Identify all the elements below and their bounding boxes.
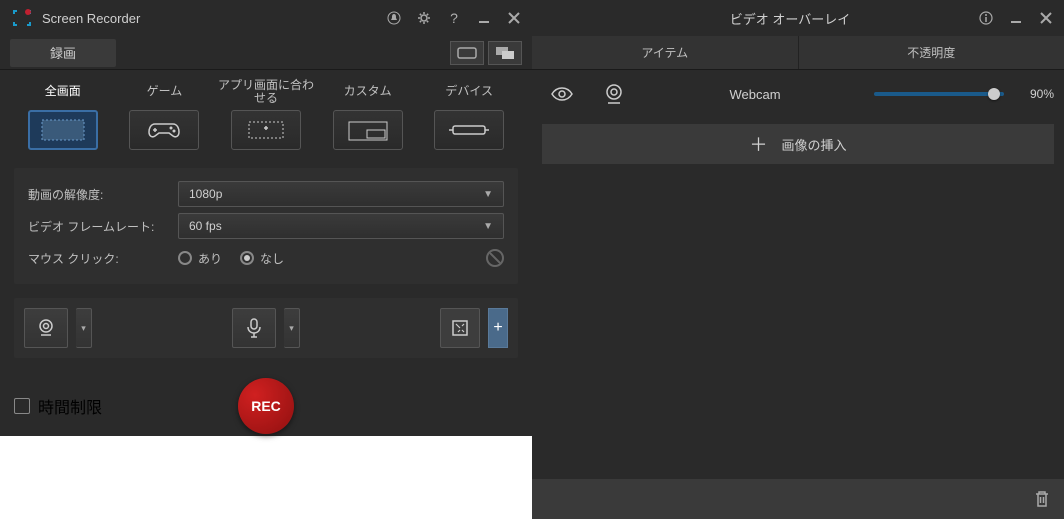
disabled-icon bbox=[486, 249, 504, 267]
tab-row: 録画 bbox=[0, 36, 532, 70]
mode-device[interactable]: デバイス bbox=[420, 78, 518, 150]
aspect-wide-button[interactable] bbox=[450, 41, 484, 65]
gamepad-icon bbox=[129, 110, 199, 150]
col-item: アイテム bbox=[532, 36, 799, 69]
minimize-icon[interactable] bbox=[1008, 10, 1024, 26]
fullscreen-icon bbox=[28, 110, 98, 150]
app-window-icon bbox=[231, 110, 301, 150]
add-device-button[interactable]: + bbox=[488, 308, 508, 348]
notifications-icon[interactable] bbox=[386, 10, 402, 26]
chevron-down-icon: ▼ bbox=[483, 221, 493, 232]
screen-recorder-panel: Screen Recorder ? 録画 全画面 ゲーム bbox=[0, 0, 532, 519]
col-opacity: 不透明度 bbox=[799, 36, 1064, 69]
mode-fullscreen[interactable]: 全画面 bbox=[14, 78, 112, 150]
time-limit-label: 時間制限 bbox=[38, 394, 102, 418]
mouseclick-label: マウス クリック: bbox=[28, 250, 178, 267]
time-limit-checkbox[interactable] bbox=[14, 398, 30, 414]
device-icon bbox=[434, 110, 504, 150]
mode-selector: 全画面 ゲーム アプリ画面に合わせる カスタム デバイス bbox=[0, 70, 532, 154]
overlay-title: ビデオ オーバーレイ bbox=[602, 9, 978, 28]
overlay-item-name: Webcam bbox=[646, 87, 864, 102]
insert-image-button[interactable]: ＋ 画像の挿入 bbox=[542, 124, 1054, 164]
tab-record[interactable]: 録画 bbox=[10, 39, 116, 67]
webcam-icon bbox=[592, 82, 636, 106]
chevron-down-icon: ▼ bbox=[483, 189, 493, 200]
app-title: Screen Recorder bbox=[42, 11, 386, 26]
webcam-button[interactable] bbox=[24, 308, 68, 348]
settings-block: 動画の解像度: 1080p ▼ ビデオ フレームレート: 60 fps ▼ マウ… bbox=[14, 168, 518, 284]
overlay-item-row[interactable]: Webcam 90% bbox=[532, 70, 1064, 118]
opacity-slider[interactable] bbox=[874, 92, 1004, 96]
mouseclick-no-radio[interactable]: なし bbox=[240, 250, 284, 267]
mouseclick-yes-radio[interactable]: あり bbox=[178, 250, 222, 267]
framerate-label: ビデオ フレームレート: bbox=[28, 218, 178, 235]
device-row: ▾ ▾ + bbox=[14, 298, 518, 358]
aspect-overlap-button[interactable] bbox=[488, 41, 522, 65]
mode-game[interactable]: ゲーム bbox=[116, 78, 214, 150]
gear-icon[interactable] bbox=[416, 10, 432, 26]
visibility-toggle[interactable] bbox=[542, 87, 582, 101]
close-icon[interactable] bbox=[506, 10, 522, 26]
plugin-button[interactable] bbox=[440, 308, 480, 348]
framerate-select[interactable]: 60 fps ▼ bbox=[178, 213, 504, 239]
minimize-icon[interactable] bbox=[476, 10, 492, 26]
help-icon[interactable]: ? bbox=[446, 10, 462, 26]
trash-icon[interactable] bbox=[1034, 490, 1050, 508]
titlebar-buttons: ? bbox=[386, 10, 522, 26]
close-icon[interactable] bbox=[1038, 10, 1054, 26]
microphone-button[interactable] bbox=[232, 308, 276, 348]
resolution-label: 動画の解像度: bbox=[28, 186, 178, 203]
mode-custom[interactable]: カスタム bbox=[319, 78, 417, 150]
record-button[interactable]: REC bbox=[238, 378, 294, 434]
resolution-select[interactable]: 1080p ▼ bbox=[178, 181, 504, 207]
titlebar-right: ビデオ オーバーレイ bbox=[532, 0, 1064, 36]
overlay-footer bbox=[532, 479, 1064, 519]
webcam-dropdown[interactable]: ▾ bbox=[76, 308, 92, 348]
info-icon[interactable] bbox=[978, 10, 994, 26]
video-overlay-panel: ビデオ オーバーレイ アイテム 不透明度 Webcam 90% ＋ 画像の挿入 bbox=[532, 0, 1064, 519]
bottom-controls: 時間制限 REC bbox=[0, 376, 532, 436]
app-logo-icon bbox=[10, 6, 34, 30]
mode-app-window[interactable]: アプリ画面に合わせる bbox=[217, 78, 315, 150]
custom-region-icon bbox=[333, 110, 403, 150]
microphone-dropdown[interactable]: ▾ bbox=[284, 308, 300, 348]
titlebar-left: Screen Recorder ? bbox=[0, 0, 532, 36]
whitespace bbox=[0, 436, 532, 519]
opacity-value: 90% bbox=[1014, 87, 1054, 101]
plus-icon: ＋ bbox=[749, 131, 767, 157]
overlay-columns: アイテム 不透明度 bbox=[532, 36, 1064, 70]
